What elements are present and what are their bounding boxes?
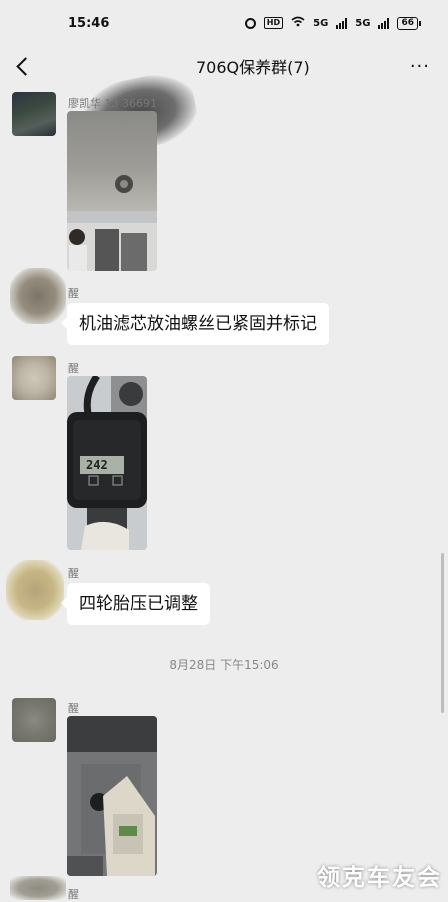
hd-icon: HD — [263, 17, 284, 29]
message-bubble[interactable]: 机油滤芯放油螺丝已紧固并标记 — [61, 303, 329, 345]
signal-bars-1-icon — [336, 17, 348, 29]
avatar[interactable] — [12, 92, 56, 136]
sender-name: 醒 — [68, 287, 79, 300]
gauge-display-reading: 242 — [86, 458, 108, 472]
status-time: 15:46 — [68, 16, 110, 31]
status-icons: HD 5G 5G 66 — [244, 16, 421, 30]
alarm-icon — [244, 17, 256, 29]
signal-5g-label-1: 5G — [313, 17, 329, 29]
message-photo-engine-bay[interactable] — [67, 716, 157, 876]
message-photo-tire-gauge[interactable]: 242 — [67, 376, 147, 550]
avatar[interactable] — [10, 268, 66, 324]
sender-name: 廖凯华 13 36691 — [68, 97, 157, 110]
battery-icon: 66 — [397, 16, 421, 30]
message-photo-engine[interactable] — [67, 111, 157, 271]
sender-name: 醒 — [68, 362, 79, 375]
chat-title: 706Q保养群(7) — [88, 54, 348, 78]
more-options-button[interactable]: ··· — [410, 56, 430, 77]
message-timestamp: 8月28日 下午15:06 — [169, 658, 279, 672]
sender-name: 醒 — [68, 702, 79, 715]
chat-title-text: 706Q保养群(7) — [196, 58, 310, 77]
signal-5g-label-2: 5G — [355, 17, 371, 29]
back-button[interactable] — [10, 52, 38, 80]
watermark-text: 领克车友会 — [317, 865, 442, 891]
avatar[interactable] — [6, 560, 64, 620]
avatar[interactable] — [12, 698, 56, 742]
signal-bars-2-icon — [378, 17, 390, 29]
avatar[interactable] — [12, 356, 56, 400]
chat-header: 706Q保养群(7) ··· — [0, 48, 448, 159]
sender-name: 醒 — [68, 567, 79, 580]
scrollbar[interactable] — [441, 553, 444, 713]
message-bubble[interactable]: 四轮胎压已调整 — [61, 583, 210, 625]
avatar[interactable] — [10, 876, 66, 900]
wifi-icon — [291, 16, 305, 30]
status-bar: 15:46 HD 5G 5G 66 — [0, 0, 448, 48]
